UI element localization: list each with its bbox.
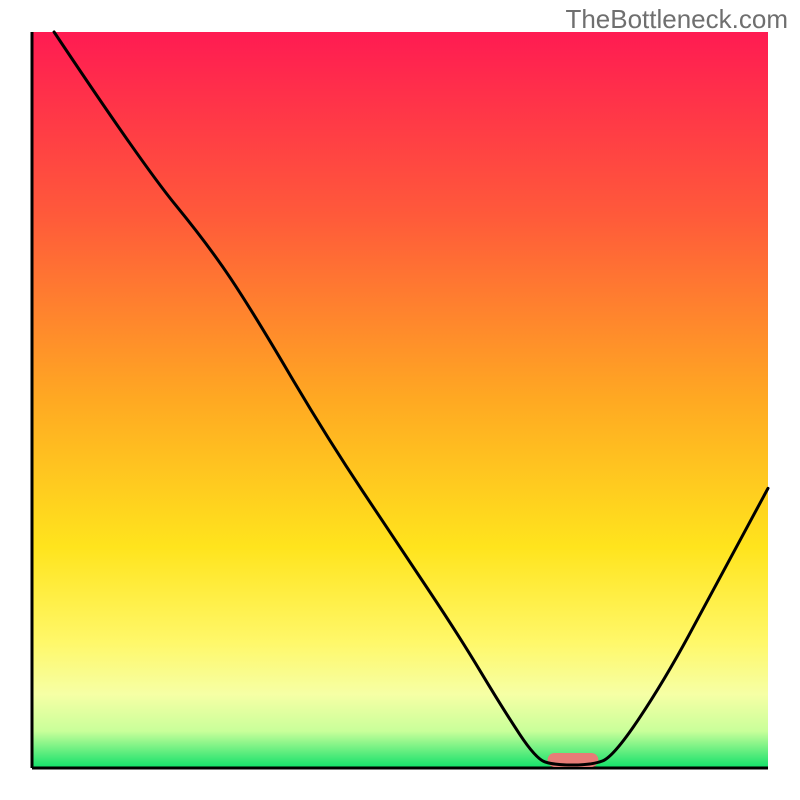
bottleneck-chart: TheBottleneck.com (0, 0, 800, 800)
chart-svg (0, 0, 800, 800)
gradient-background (32, 32, 768, 768)
